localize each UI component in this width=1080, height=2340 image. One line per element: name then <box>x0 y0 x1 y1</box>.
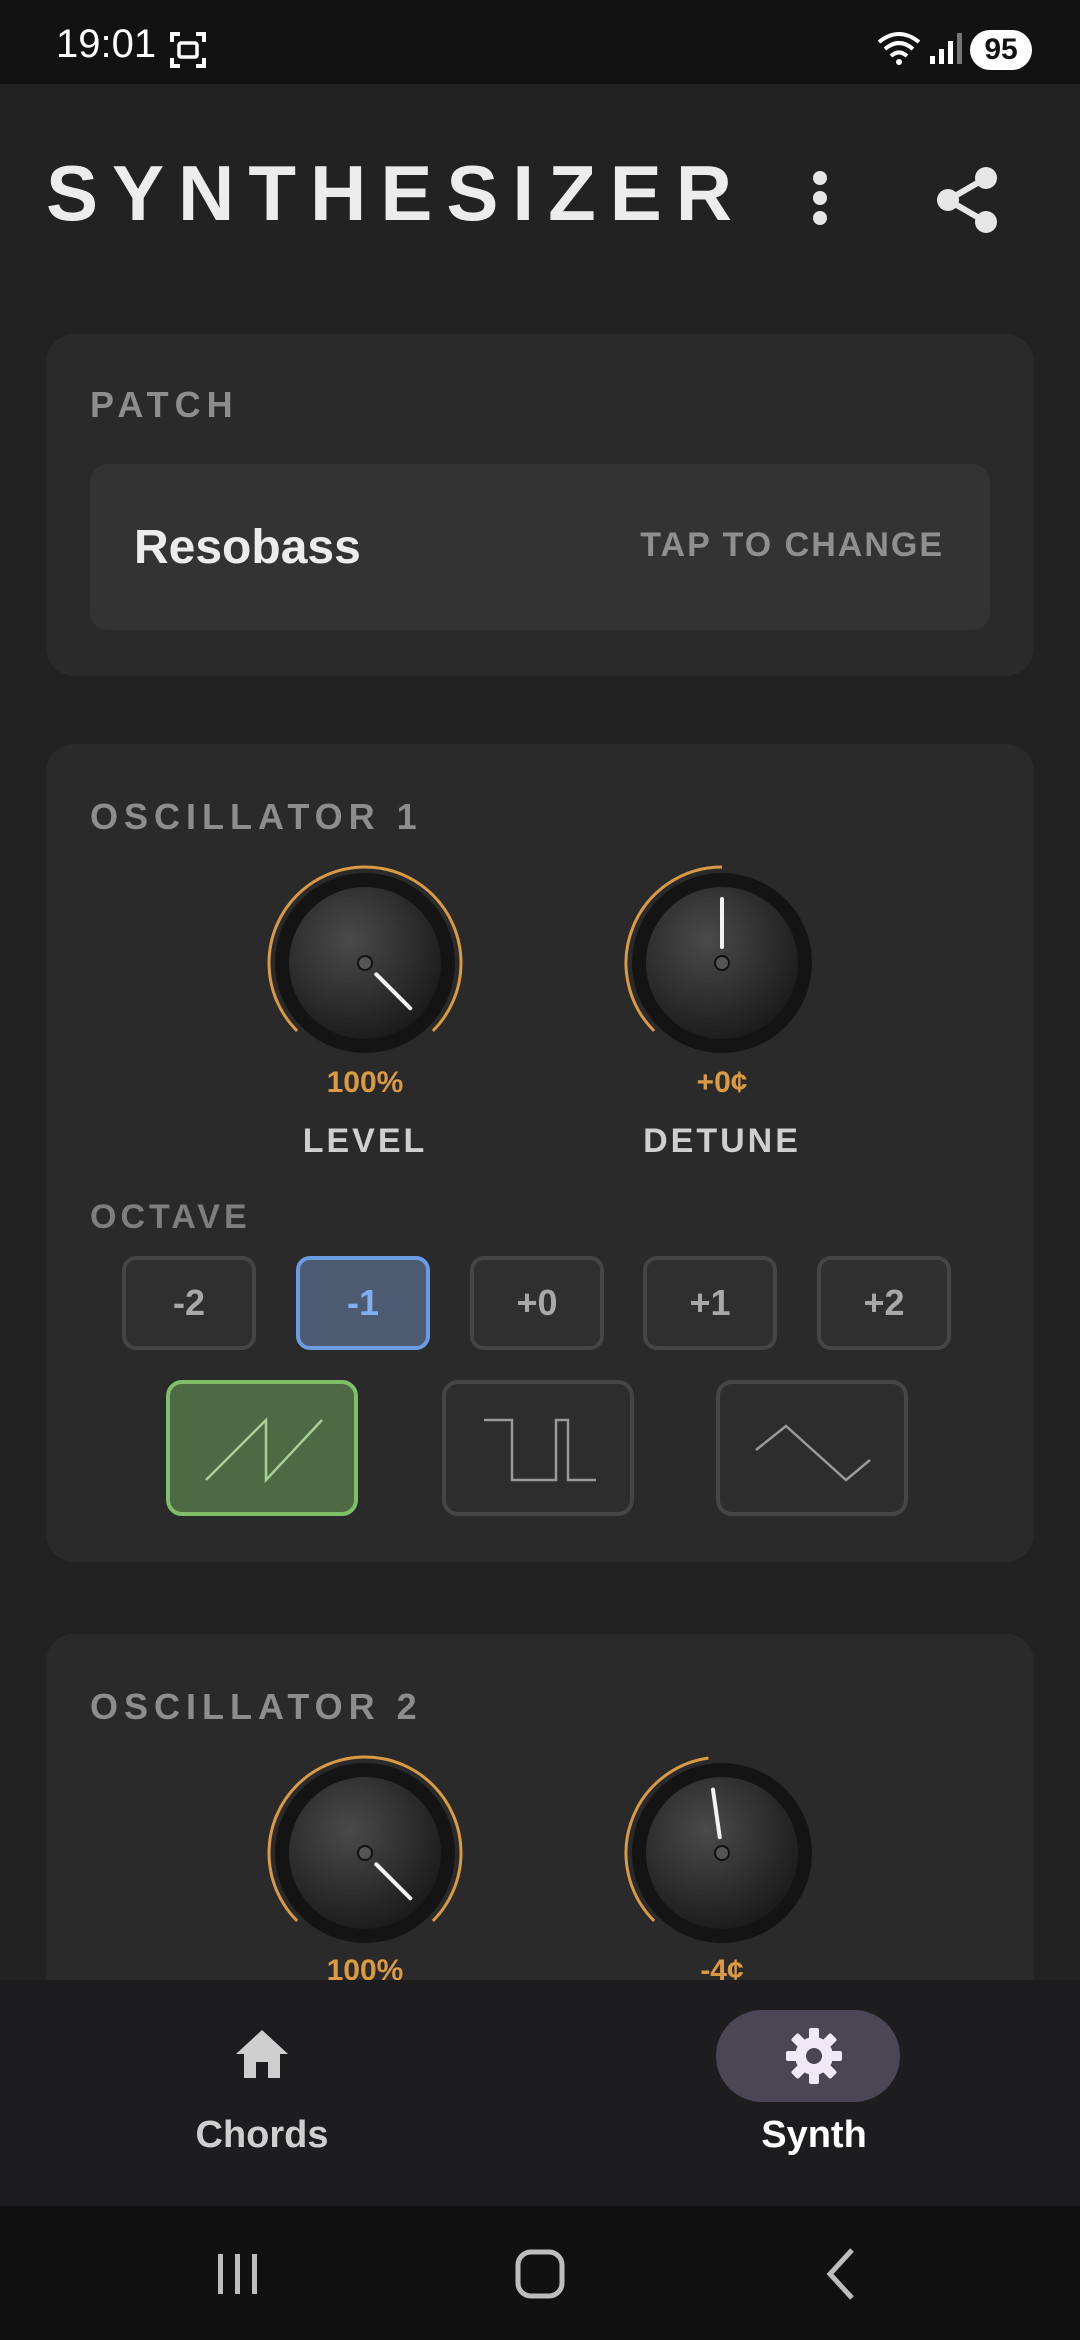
share-button[interactable] <box>930 162 1006 238</box>
osc2-detune-knob[interactable] <box>617 1748 827 1958</box>
octave-button-zero[interactable]: +0 <box>470 1256 604 1350</box>
oscillator-1-label: OSCILLATOR 1 <box>90 796 423 837</box>
knob-center <box>357 955 373 971</box>
detune-label: DETUNE <box>643 1122 801 1160</box>
gear-icon <box>786 2028 842 2084</box>
home-icon <box>236 2030 288 2078</box>
triangle-wave-icon <box>755 1424 871 1482</box>
sawtooth-wave-icon <box>205 1416 323 1484</box>
patch-selector[interactable]: Resobass TAP TO CHANGE <box>90 464 990 630</box>
detune-value: +0¢ <box>696 1066 748 1099</box>
nav-label-synth: Synth <box>761 2114 867 2156</box>
waveform-triangle-button[interactable] <box>716 1380 908 1516</box>
status-time: 19:01 <box>56 22 157 66</box>
home-button-icon[interactable] <box>510 2244 570 2304</box>
bottom-navigation: Chords Synth <box>0 1980 1080 2206</box>
nav-item-chords[interactable]: Chords <box>112 1980 412 2180</box>
screenshot-icon <box>170 32 206 68</box>
knob-center <box>714 955 730 971</box>
octave-button-plus-2[interactable]: +2 <box>817 1256 951 1350</box>
patch-change-hint: TAP TO CHANGE <box>640 526 944 564</box>
more-options-button[interactable] <box>800 158 840 238</box>
recent-apps-icon[interactable] <box>208 2244 268 2304</box>
level-knob[interactable] <box>260 858 470 1068</box>
level-label: LEVEL <box>302 1122 428 1160</box>
osc2-level-knob[interactable] <box>260 1748 470 1958</box>
signal-icon <box>930 33 962 64</box>
octave-label: OCTAVE <box>90 1198 251 1236</box>
nav-item-synth[interactable]: Synth <box>664 1980 964 2180</box>
patch-name: Resobass <box>134 521 361 574</box>
octave-button-minus-1[interactable]: -1 <box>296 1256 430 1350</box>
more-vert-icon <box>813 171 827 225</box>
oscillator-1-card: OSCILLATOR 1 100% LEVEL +0¢ DETUNE OCTAV… <box>46 744 1034 1562</box>
square-wave-icon <box>484 1418 596 1482</box>
oscillator-2-card: OSCILLATOR 2 100% -4¢ <box>46 1634 1034 2034</box>
level-value: 100% <box>326 1066 404 1099</box>
detune-knob[interactable] <box>617 858 827 1068</box>
patch-card: PATCH Resobass TAP TO CHANGE <box>46 334 1034 676</box>
knob-center <box>714 1845 730 1861</box>
octave-button-minus-2[interactable]: -2 <box>122 1256 256 1350</box>
knob-center <box>357 1845 373 1861</box>
patch-label: PATCH <box>90 384 239 425</box>
page-title: SYNTHESIZER <box>46 149 747 237</box>
waveform-square-button[interactable] <box>442 1380 634 1516</box>
wifi-icon <box>877 32 921 65</box>
status-bar: 19:01 95 <box>0 0 1080 84</box>
oscillator-2-label: OSCILLATOR 2 <box>90 1686 423 1727</box>
octave-button-plus-1[interactable]: +1 <box>643 1256 777 1350</box>
battery-indicator: 95 <box>970 30 1032 70</box>
waveform-sawtooth-button[interactable] <box>166 1380 358 1516</box>
back-icon[interactable] <box>812 2244 872 2304</box>
system-navigation-bar <box>0 2206 1080 2340</box>
share-icon <box>937 167 997 233</box>
nav-label-chords: Chords <box>195 2114 329 2156</box>
